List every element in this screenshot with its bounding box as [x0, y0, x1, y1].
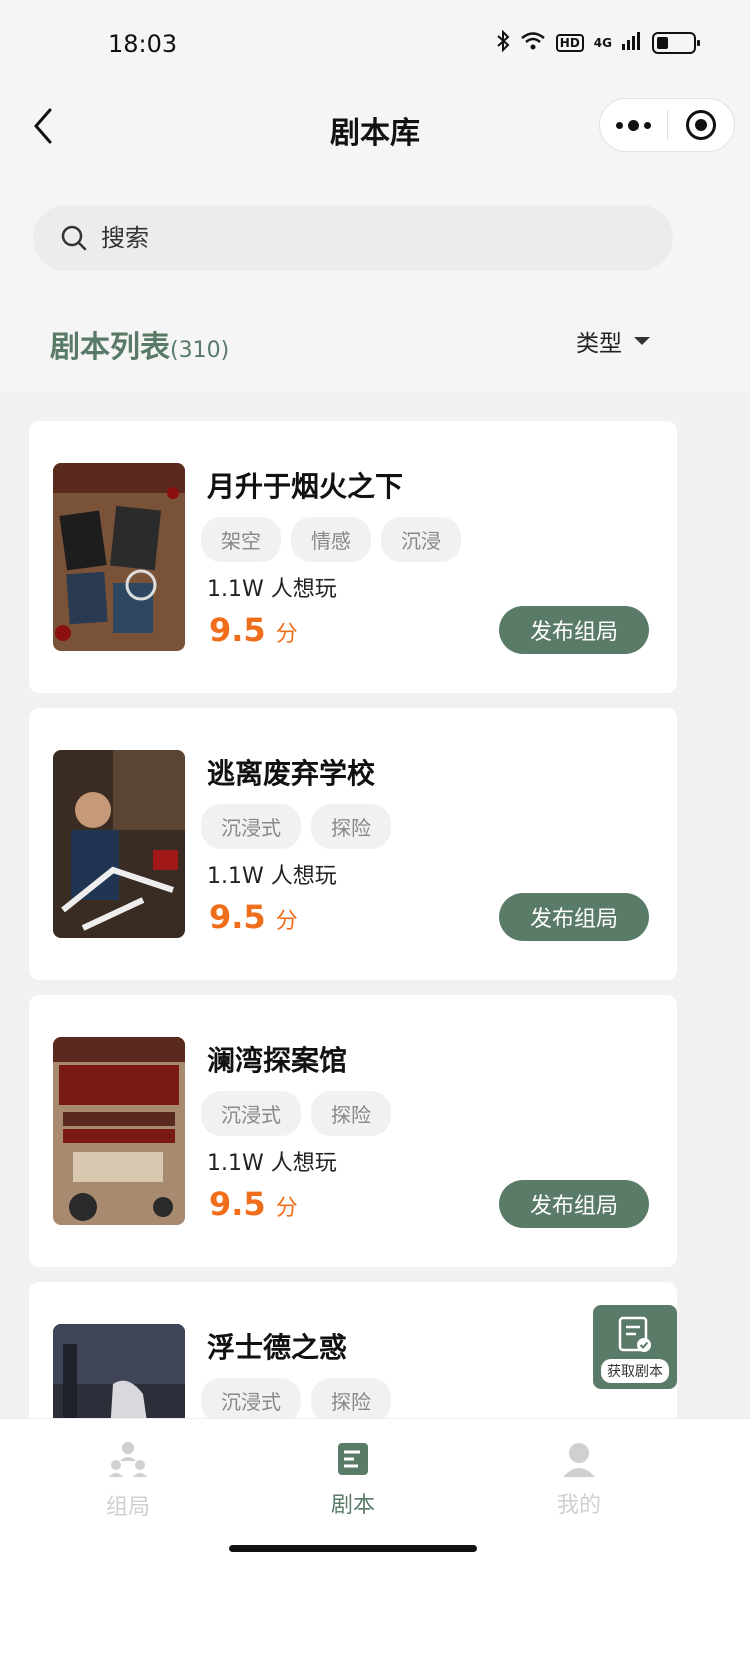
publish-game-button[interactable]: 发布组局 [499, 606, 649, 654]
tag: 情感 [291, 517, 371, 562]
script-tags: 架空 情感 沉浸 [201, 517, 461, 562]
script-cover-image [53, 750, 185, 938]
list-title: 剧本列表(310) [50, 322, 229, 366]
target-icon [685, 110, 716, 140]
score-unit: 分 [275, 1196, 298, 1221]
status-icons: HD 4G [496, 29, 700, 56]
tag: 探险 [311, 804, 391, 849]
get-script-button[interactable]: 获取剧本 [593, 1305, 677, 1389]
tab-bar: 组局 剧本 我的 [0, 1418, 750, 1667]
script-card[interactable]: 澜湾探案馆 沉浸式 探险 1.1W 人想玩 9.5 分 发布组局 [29, 995, 677, 1267]
tab-team[interactable]: 组局 [68, 1441, 188, 1521]
signal-icon [622, 32, 642, 54]
bluetooth-icon [496, 29, 510, 56]
tag: 架空 [201, 517, 281, 562]
script-score: 9.5 分 [209, 898, 298, 936]
nav-bar: 剧本库 [0, 90, 750, 170]
publish-game-button[interactable]: 发布组局 [499, 893, 649, 941]
score-value: 9.5 [209, 898, 266, 936]
more-button[interactable] [600, 98, 667, 152]
players-count: 1.1W 人想玩 [207, 864, 337, 889]
script-card[interactable]: 逃离废弃学校 沉浸式 探险 1.1W 人想玩 9.5 分 发布组局 [29, 708, 677, 980]
players-count: 1.1W 人想玩 [207, 1151, 337, 1176]
close-mini-program-button[interactable] [668, 98, 735, 152]
status-bar: 18:03 HD 4G [0, 0, 750, 90]
tag: 沉浸 [381, 517, 461, 562]
get-script-label: 获取剧本 [601, 1359, 669, 1383]
script-tags: 沉浸式 探险 [201, 804, 391, 849]
search-icon [61, 225, 87, 251]
score-unit: 分 [275, 909, 298, 934]
script-tags: 沉浸式 探险 [201, 1378, 391, 1422]
script-score: 9.5 分 [209, 1185, 298, 1223]
script-title: 逃离废弃学校 [207, 757, 376, 790]
score-unit: 分 [275, 622, 298, 647]
search-input[interactable] [101, 224, 621, 252]
script-cover-image [53, 1037, 185, 1225]
type-filter-dropdown[interactable]: 类型 [576, 324, 650, 358]
type-filter-label: 类型 [576, 331, 622, 357]
list-title-text: 剧本列表 [50, 330, 170, 365]
network-label: 4G [593, 36, 612, 50]
caret-down-icon [634, 337, 650, 345]
script-cover-image [53, 1324, 185, 1422]
tag: 沉浸式 [201, 804, 301, 849]
hd-badge: HD [555, 34, 584, 52]
tab-label: 组局 [105, 1495, 150, 1520]
tag: 探险 [311, 1091, 391, 1136]
script-list[interactable]: 月升于烟火之下 架空 情感 沉浸 1.1W 人想玩 9.5 分 发布组局 逃离废弃… [0, 392, 750, 1422]
tab-script[interactable]: 剧本 [293, 1441, 413, 1519]
publish-game-button[interactable]: 发布组局 [499, 1180, 649, 1228]
script-score: 9.5 分 [209, 611, 298, 649]
battery-icon [652, 32, 700, 54]
score-value: 9.5 [209, 611, 266, 649]
people-icon [109, 1442, 147, 1477]
search-bar[interactable] [33, 205, 673, 271]
score-value: 9.5 [209, 1185, 266, 1223]
tab-me[interactable]: 我的 [519, 1441, 639, 1519]
script-title: 浮士德之惑 [207, 1331, 348, 1364]
script-icon [338, 1443, 368, 1475]
list-count: (310) [170, 338, 230, 363]
document-check-icon [618, 1316, 651, 1352]
tag: 沉浸式 [201, 1378, 301, 1422]
tab-label: 我的 [556, 1493, 601, 1518]
tab-label: 剧本 [330, 1493, 375, 1518]
more-dots-icon [615, 119, 651, 131]
mini-program-capsule [599, 98, 735, 152]
players-count: 1.1W 人想玩 [207, 577, 337, 602]
script-card[interactable]: 月升于烟火之下 架空 情感 沉浸 1.1W 人想玩 9.5 分 发布组局 [29, 421, 677, 693]
script-card[interactable]: 浮士德之惑 沉浸式 探险 [29, 1282, 677, 1422]
tag: 沉浸式 [201, 1091, 301, 1136]
home-indicator [229, 1545, 477, 1552]
wifi-icon [520, 31, 546, 55]
status-time: 18:03 [108, 30, 178, 58]
list-header: 剧本列表(310) 类型 [0, 300, 750, 392]
script-tags: 沉浸式 探险 [201, 1091, 391, 1136]
script-title: 月升于烟火之下 [207, 470, 404, 503]
script-title: 澜湾探案馆 [207, 1044, 348, 1077]
tag: 探险 [311, 1378, 391, 1422]
script-cover-image [53, 463, 185, 651]
user-icon [563, 1443, 595, 1477]
